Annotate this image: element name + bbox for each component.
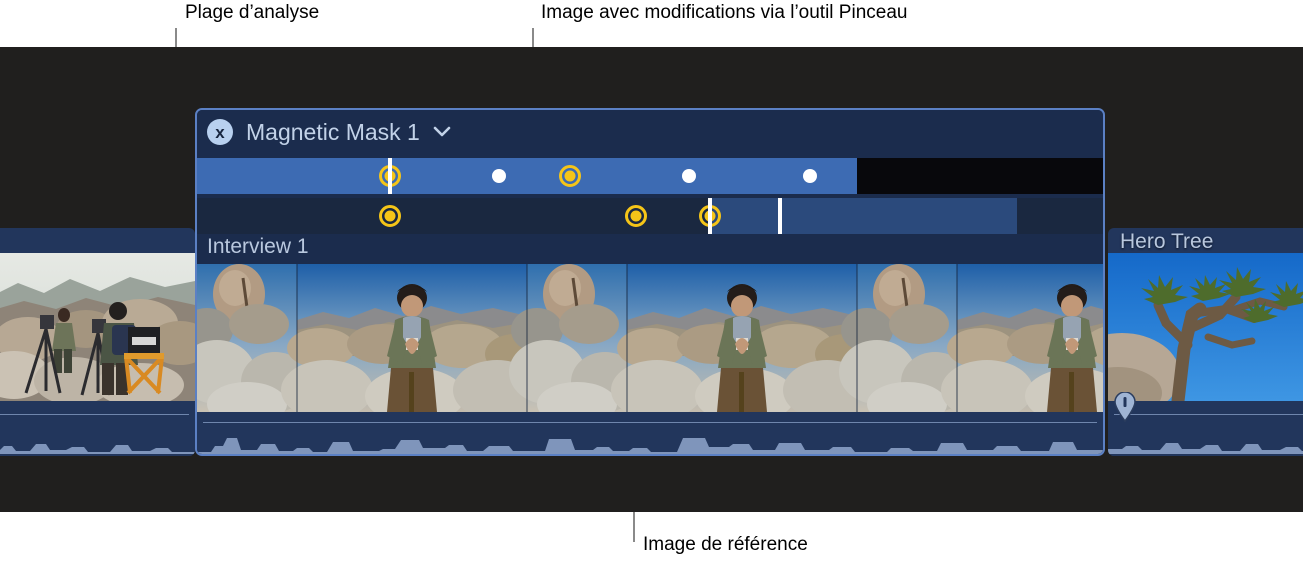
clip-previous-audio	[0, 404, 195, 456]
clip-selected-filmstrip	[197, 264, 1103, 412]
clip-selected-audio-separator	[203, 422, 1097, 423]
keyframe-dot-brush-edit[interactable]	[492, 169, 506, 183]
thumbnail-behind-the-scenes	[0, 253, 195, 401]
keyframe-ring-reference-frame[interactable]	[625, 205, 647, 227]
keyframe-ring[interactable]	[559, 165, 581, 187]
clip-selected-audio	[197, 412, 1103, 454]
close-icon[interactable]: x	[207, 119, 233, 145]
marker-pin-icon[interactable]	[1114, 392, 1136, 422]
thumbnail-joshua-tree	[1108, 253, 1303, 401]
magnetic-mask-header: x Magnetic Mask 1	[197, 110, 1103, 154]
clip-next[interactable]: Hero Tree	[1108, 228, 1303, 456]
keyframe-ring[interactable]	[379, 205, 401, 227]
annotation-label-analysis-range: Plage d’analyse	[185, 2, 320, 23]
playhead-keyframe-track[interactable]	[708, 198, 712, 234]
analysis-range-bar[interactable]	[197, 158, 857, 194]
keyframe-marker-line[interactable]	[778, 198, 782, 234]
analysis-range-track[interactable]	[197, 158, 1103, 194]
clip-next-waveform	[1108, 443, 1303, 454]
clip-selected[interactable]: x Magnetic Mask 1 Interview 1	[195, 108, 1105, 456]
clip-next-filmstrip	[1108, 253, 1303, 401]
keyframe-track[interactable]	[197, 198, 1103, 234]
annotation-label-reference-frame: Image de référence	[643, 534, 808, 555]
timeline-screenshot: Plage d’analyse Image avec modifications…	[0, 0, 1303, 577]
clip-selected-title: Interview 1	[207, 235, 309, 258]
keyframe-dot[interactable]	[682, 169, 696, 183]
keyframe-track-active-region[interactable]	[710, 198, 1017, 234]
clip-next-title: Hero Tree	[1120, 230, 1214, 253]
clip-next-audio	[1108, 392, 1303, 456]
clip-previous[interactable]	[0, 228, 195, 456]
chevron-down-icon[interactable]	[433, 126, 451, 138]
thumbnail-interview-filmstrip	[197, 264, 1103, 412]
keyframe-dot[interactable]	[803, 169, 817, 183]
annotation-label-brush-edited: Image avec modifications via l’outil Pin…	[541, 2, 908, 23]
clip-next-audio-separator	[1114, 414, 1303, 415]
clip-previous-filmstrip	[0, 253, 195, 401]
clip-previous-waveform	[0, 444, 195, 454]
magnetic-mask-title: Magnetic Mask 1	[246, 119, 420, 145]
playhead-analysis-range[interactable]	[388, 158, 392, 194]
clip-previous-audio-separator	[0, 414, 189, 415]
clip-selected-waveform	[197, 438, 1103, 454]
